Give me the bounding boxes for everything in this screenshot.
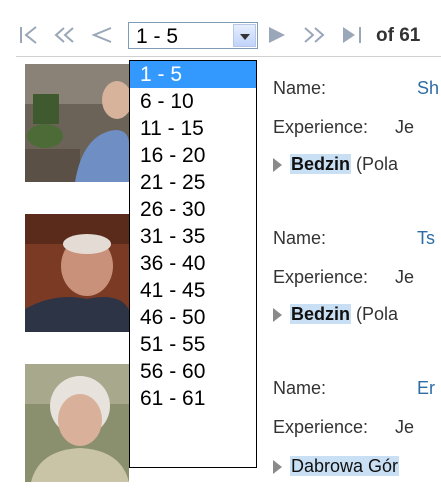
name-label: Name: xyxy=(273,78,327,98)
range-option[interactable]: 16 - 20 xyxy=(130,142,256,169)
range-option[interactable]: 6 - 10 xyxy=(130,88,256,115)
range-option[interactable]: 56 - 60 xyxy=(130,358,256,385)
range-option[interactable]: 41 - 45 xyxy=(130,277,256,304)
range-option[interactable]: 21 - 25 xyxy=(130,169,256,196)
place-country: (Pola xyxy=(356,154,399,174)
place-name[interactable]: Bedzin xyxy=(290,154,352,174)
experience-label: Experience: xyxy=(273,417,369,437)
interviewee-thumbnail[interactable] xyxy=(25,364,129,482)
chevron-down-icon[interactable] xyxy=(233,24,256,47)
place-name[interactable]: Dabrowa Gór xyxy=(290,456,400,476)
place-row[interactable]: Bedzin (Pola xyxy=(273,304,398,325)
range-select[interactable]: 1 - 5 xyxy=(128,22,258,49)
range-option[interactable]: 51 - 55 xyxy=(130,331,256,358)
expand-arrow-icon[interactable] xyxy=(273,460,282,475)
interviewee-thumbnail[interactable] xyxy=(25,214,129,332)
name-value[interactable]: Er xyxy=(417,378,435,399)
experience-label: Experience: xyxy=(273,117,369,137)
next-set-icon[interactable] xyxy=(302,24,328,46)
first-page-icon[interactable] xyxy=(18,24,40,46)
previous-page-icon[interactable] xyxy=(90,24,114,46)
divider xyxy=(16,56,441,57)
expand-arrow-icon[interactable] xyxy=(273,308,282,323)
name-value[interactable]: Ts xyxy=(417,228,435,249)
previous-set-icon[interactable] xyxy=(52,24,76,46)
interviewee-thumbnail[interactable] xyxy=(25,64,129,182)
experience-value: Je xyxy=(395,267,415,287)
range-dropdown-list[interactable]: 1 - 56 - 10 11 - 15 16 - 20 21 - 25 26 - 30 3… xyxy=(129,60,257,468)
last-page-icon[interactable] xyxy=(340,24,366,46)
range-option[interactable]: 46 - 50 xyxy=(130,304,256,331)
range-select-value: 1 - 5 xyxy=(136,25,179,48)
total-count: of 61 xyxy=(376,25,421,46)
name-value[interactable]: Sh xyxy=(417,78,439,99)
experience-value: Je xyxy=(395,117,415,137)
experience-value: Je xyxy=(395,417,415,437)
place-name[interactable]: Bedzin xyxy=(290,304,352,324)
range-option[interactable]: 1 - 5 xyxy=(130,61,256,88)
pager-bar: 1 - 5 of 61 xyxy=(0,0,441,62)
range-option[interactable]: 31 - 35 xyxy=(130,223,256,250)
name-label: Name: xyxy=(273,228,327,248)
place-row[interactable]: Bedzin (Pola xyxy=(273,154,398,175)
place-row[interactable]: Dabrowa Gór xyxy=(273,456,400,477)
range-option[interactable]: 26 - 30 xyxy=(130,196,256,223)
place-country: (Pola xyxy=(356,304,399,324)
name-label: Name: xyxy=(273,378,327,398)
next-page-icon[interactable] xyxy=(266,24,288,46)
range-option[interactable]: 36 - 40 xyxy=(130,250,256,277)
expand-arrow-icon[interactable] xyxy=(273,158,282,173)
experience-label: Experience: xyxy=(273,267,369,287)
range-option[interactable]: 11 - 15 xyxy=(130,115,256,142)
range-option[interactable]: 61 - 61 xyxy=(130,385,256,412)
